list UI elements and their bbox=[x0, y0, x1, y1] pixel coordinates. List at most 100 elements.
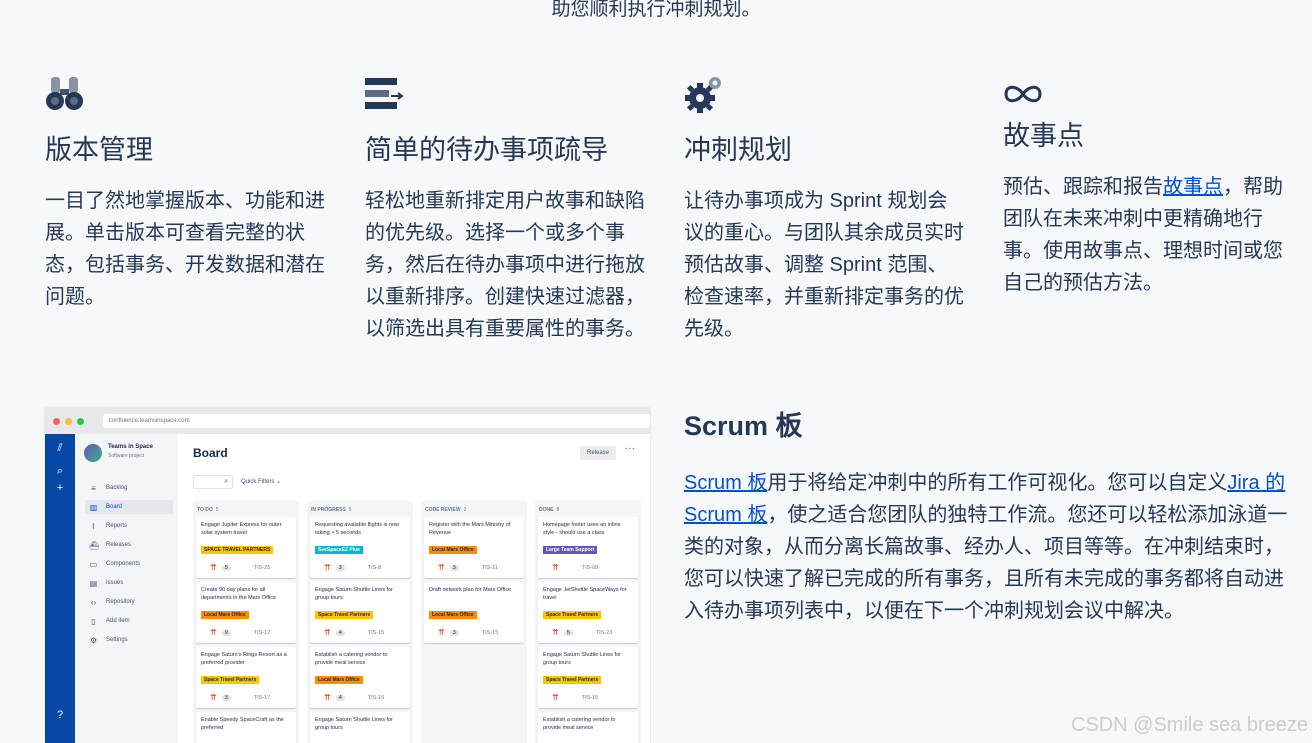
priority-icon: ⇈ bbox=[324, 628, 331, 637]
story-points-link[interactable]: 故事点 bbox=[1163, 176, 1223, 198]
board-column: IN PROGRESS 5 Requesting available flights… bbox=[307, 501, 413, 743]
sidebar-item-components: ▭ Components bbox=[85, 557, 173, 571]
sidebar-item-label: Board bbox=[106, 504, 123, 510]
scrum-board-link[interactable]: Scrum 板 bbox=[684, 472, 767, 494]
card-title: Establish a catering vendor to provide m… bbox=[315, 652, 388, 666]
project-avatar bbox=[84, 444, 102, 462]
priority-icon: ⇈ bbox=[210, 693, 217, 702]
issue-key: TIS-12 bbox=[253, 629, 271, 636]
epic-label: SeeSpaceEZ Plus bbox=[315, 546, 363, 554]
quick-filters: Quick Filters ⌄ bbox=[241, 479, 282, 485]
issue-card: Enable Speedy SpaceCraft as the preferre… bbox=[196, 712, 296, 743]
priority-icon: ⇈ bbox=[552, 693, 559, 702]
epic-label: Local Mars Office bbox=[315, 676, 363, 684]
story-points-badge: 3 bbox=[449, 629, 459, 636]
issue-key: TIS-23 bbox=[595, 629, 613, 636]
global-nav: ⫽ ⌕ + ? bbox=[45, 434, 75, 743]
sidebar-item-label: Add item bbox=[106, 618, 130, 624]
feature-backlog: 简单的待办事项疏导 轻松地重新排定用户故事和缺陷的优先级。选择一个或多个事务，然… bbox=[365, 74, 647, 345]
card-meta: ⇈ TIS-15 bbox=[552, 693, 598, 702]
sidebar-item-label: Settings bbox=[106, 637, 128, 643]
issue-key: TIS-68 bbox=[581, 564, 599, 571]
epic-label: Local Mars Office bbox=[429, 546, 477, 554]
card-title: Requesting available flights is now taki… bbox=[315, 522, 400, 536]
board-column: DONE 8 Homepage footer uses an inline styl… bbox=[535, 501, 641, 743]
sidebar-item-backlog: ≡ Backlog bbox=[85, 481, 173, 495]
issue-key: TIS-8 bbox=[367, 564, 382, 571]
story-points-badge: 4 bbox=[335, 694, 345, 701]
card-title: Create 90 day plans for all departments … bbox=[201, 587, 277, 601]
backlog-list-icon bbox=[365, 78, 404, 109]
sidebar-item-label: Releases bbox=[106, 542, 132, 548]
issue-key: TIS-11 bbox=[481, 564, 498, 571]
card-title: Register with the Mars Ministry of Reven… bbox=[429, 522, 511, 536]
epic-label: Space Travel Partners bbox=[543, 676, 602, 684]
card-title: Engage Saturn Shuttle Lines for group to… bbox=[315, 717, 393, 731]
sidebar-item-board: ▥ Board bbox=[85, 500, 173, 514]
priority-icon: ⇈ bbox=[552, 563, 559, 572]
board-column: CODE REVIEW 2 Register with the Mars Minis… bbox=[421, 501, 527, 743]
board-search-icon: ⌕ bbox=[193, 475, 233, 489]
sidebar-item-issues: ▤ Issues bbox=[85, 576, 173, 590]
issue-card: Register with the Mars Ministry of Reven… bbox=[424, 517, 524, 578]
feature-title: 版本管理 bbox=[45, 135, 153, 165]
story-points-badge: 3 bbox=[335, 564, 345, 571]
feature-versions: 版本管理 一目了然地掌握版本、功能和进展。单击版本可查看完整的状态，包括事务、开… bbox=[45, 74, 327, 313]
scrum-title: Scrum 板 bbox=[684, 411, 803, 441]
issue-card: Engage JetShuttle SpaceWays for travel Sp… bbox=[538, 582, 638, 643]
epic-label: Local Mars Office bbox=[201, 611, 249, 619]
sidebar-item-reports: ⌇ Reports bbox=[85, 519, 173, 533]
issue-key: TIS-25 bbox=[253, 564, 271, 571]
sidebar-item-label: Issues bbox=[106, 580, 124, 586]
sidebar-item-releases: ⛴ Releases bbox=[85, 538, 173, 552]
board-icon: ▥ bbox=[89, 502, 98, 512]
column-header: IN PROGRESS 5 bbox=[311, 507, 352, 513]
card-title: Establish a catering vendor to provide m… bbox=[543, 717, 616, 731]
sidebar-item-label: Reports bbox=[106, 523, 128, 529]
sidebar-item-label: Repository bbox=[106, 599, 135, 605]
close-dot-icon bbox=[53, 417, 60, 425]
board-column: TO DO 5 Engage Jupiter Express for outer s… bbox=[193, 501, 299, 743]
repository-icon: ‹› bbox=[90, 597, 97, 607]
card-title: Engage Saturn's Rings Resort as a prefer… bbox=[201, 652, 287, 666]
project-sidebar: Teams in Space Software project ≡ Backlog… bbox=[75, 434, 178, 743]
epic-label: Space Travel Partners bbox=[201, 676, 260, 684]
search-icon: ⌕ bbox=[56, 465, 64, 477]
column-header: TO DO 5 bbox=[197, 507, 219, 513]
priority-icon: ⇈ bbox=[324, 693, 331, 702]
board-area: Board Release ··· ⌕ Quick Filters ⌄ TO D… bbox=[193, 434, 650, 743]
intro-text: 助您顺利执行冲刺规划。 bbox=[551, 0, 761, 20]
feature-text: 预估、跟踪和报告故事点，帮助团队在未来冲刺中更精确地行事。使用故事点、理想时间或… bbox=[1003, 176, 1283, 294]
card-meta: ⇈ TIS-68 bbox=[552, 563, 598, 572]
card-meta: ⇈ 4 TIS-15 bbox=[324, 693, 384, 702]
releases-icon: ⛴ bbox=[89, 540, 100, 550]
create-icon: + bbox=[56, 482, 64, 494]
card-meta: ⇈ 4 TIS-15 bbox=[324, 628, 384, 637]
issue-card: Engage Saturn Shuttle Lines for group to… bbox=[310, 582, 410, 643]
card-title: Enable Speedy SpaceCraft as the preferre… bbox=[201, 717, 284, 731]
sidebar-item-add-item: ▯ Add item bbox=[85, 614, 173, 628]
column-header: CODE REVIEW 2 bbox=[425, 507, 467, 513]
priority-icon: ⇈ bbox=[438, 628, 445, 637]
issue-card: Requesting available flights is now taki… bbox=[310, 517, 410, 578]
card-title: Engage Jupiter Express for outer solar s… bbox=[201, 522, 282, 536]
story-points-badge: 5 bbox=[563, 629, 573, 636]
scrum-section: Scrum 板 Scrum 板用于将给定冲刺中的所有工作可视化。您可以自定义Ji… bbox=[684, 404, 1296, 627]
story-points-badge: 3 bbox=[221, 694, 231, 701]
minimize-dot-icon bbox=[64, 417, 72, 425]
issue-card: Establish a catering vendor to provide m… bbox=[538, 712, 638, 743]
epic-label: Space Travel Partners bbox=[543, 611, 602, 619]
issue-card: Engage Saturn Shuttle Lines for group to… bbox=[310, 712, 410, 743]
priority-icon: ⇈ bbox=[210, 628, 217, 637]
components-icon: ▭ bbox=[89, 559, 98, 569]
epic-label: SPACE TRAVEL PARTNERS bbox=[201, 546, 274, 554]
browser-bar: confluence.teamsinspace.com bbox=[45, 408, 650, 434]
issue-card: Engage Saturn Shuttle Lines for group to… bbox=[538, 647, 638, 708]
card-meta: ⇈ 3 TIS-8 bbox=[324, 563, 381, 572]
epic-label: Space Travel Partners bbox=[315, 611, 374, 619]
watermark: CSDN @Smile sea breeze bbox=[1070, 714, 1308, 736]
feature-sprint-planning: 冲刺规划 让待办事项成为 Sprint 规划会议的重心。与团队其余成员实时预估故… bbox=[684, 74, 966, 345]
priority-icon: ⇈ bbox=[438, 563, 445, 572]
column-header: DONE 8 bbox=[539, 507, 560, 513]
feature-title: 故事点 bbox=[1003, 121, 1084, 151]
